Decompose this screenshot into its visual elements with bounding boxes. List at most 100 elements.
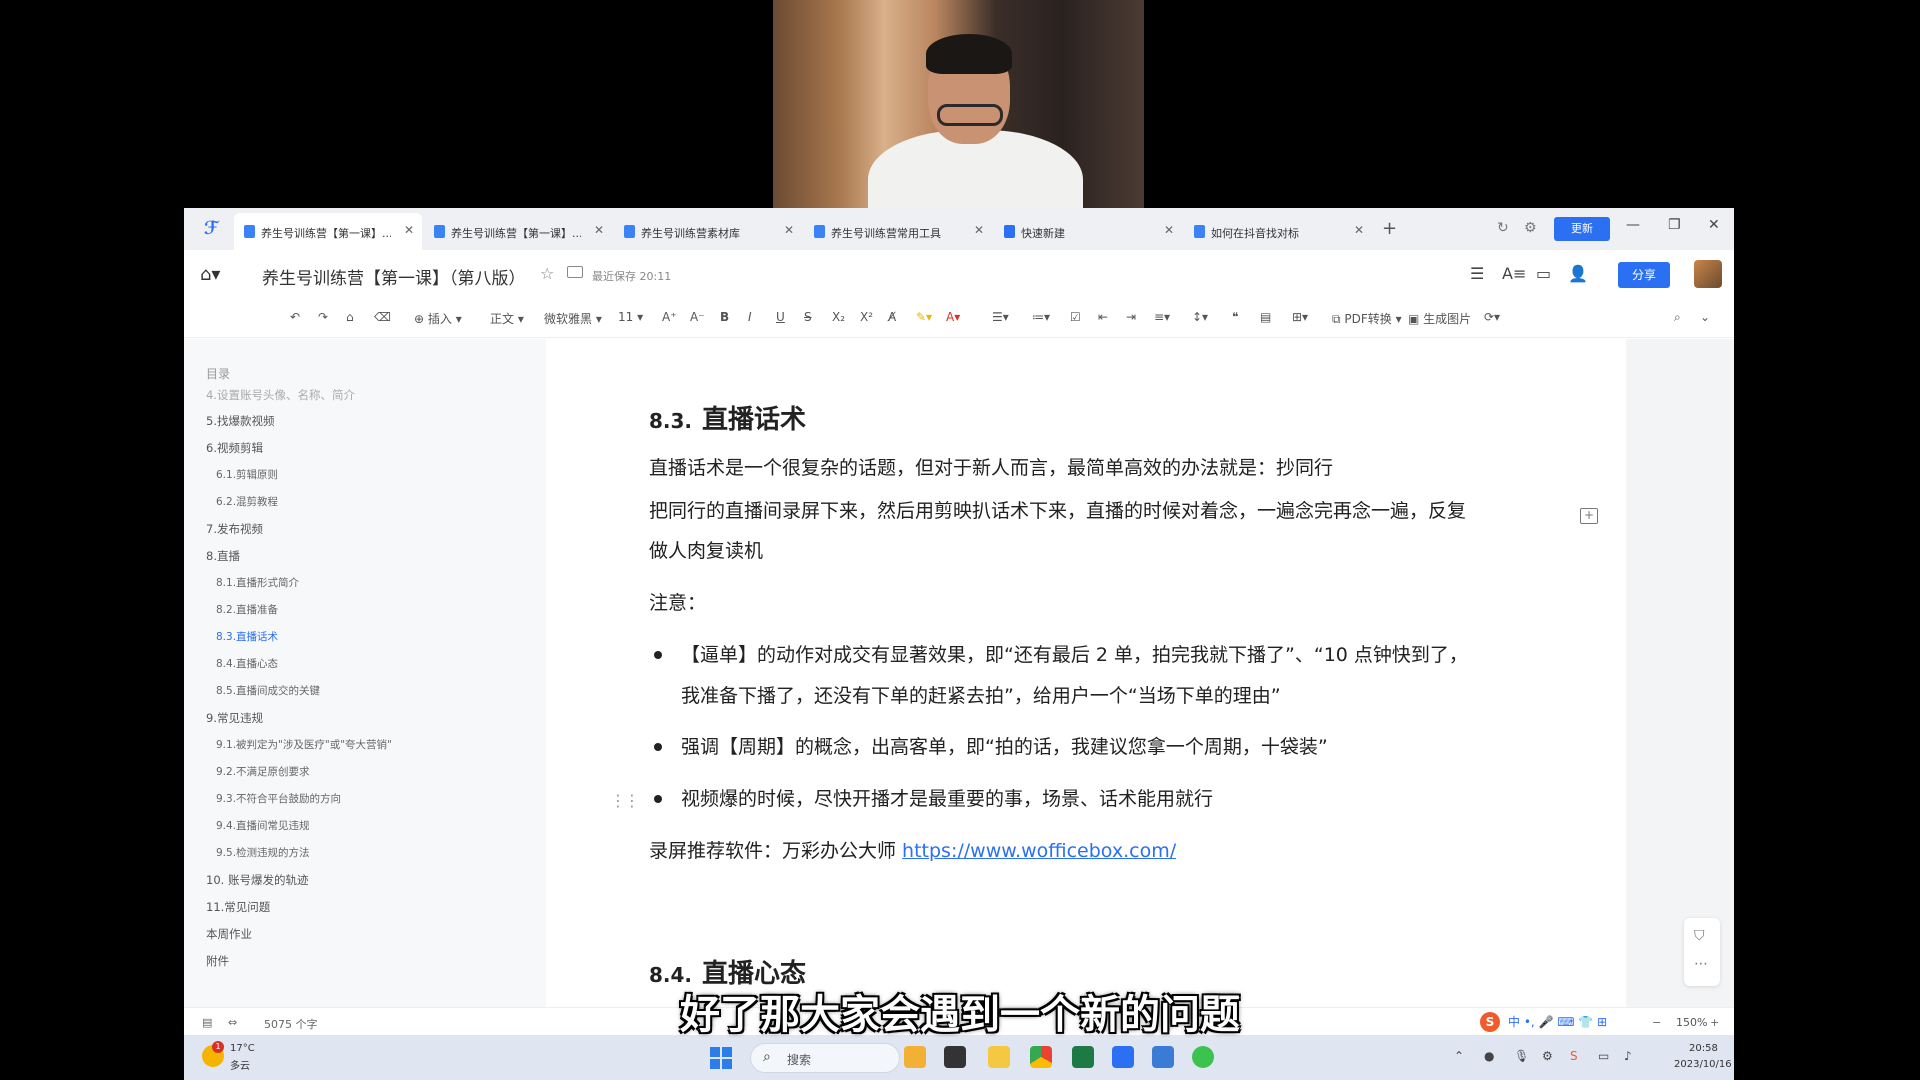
drag-handle-icon[interactable]: ⋮⋮ <box>610 791 640 810</box>
undo-icon[interactable]: ↶ <box>290 310 300 324</box>
tab-quick-new[interactable]: 快速新建 ✕ <box>994 213 1182 250</box>
bullet-item[interactable]: 强调【周期】的概念，出高客单，即“拍的话，我建议您拿一个周期，十袋装” <box>681 732 1328 759</box>
wechat-icon[interactable] <box>1192 1046 1214 1068</box>
document-page[interactable]: 8.3. 直播话术 直播话术是一个很复杂的话题，但对于新人而言，最简单高效的办法就… <box>546 339 1626 1007</box>
toc-item[interactable]: 本周作业 <box>206 926 252 942</box>
close-icon[interactable]: ✕ <box>1354 223 1364 237</box>
app-icon[interactable] <box>1152 1046 1174 1068</box>
sogou-tray-icon[interactable]: S <box>1570 1049 1578 1063</box>
new-tab-icon[interactable]: + <box>1382 218 1397 239</box>
indent-increase-icon[interactable]: ⇥ <box>1126 310 1136 324</box>
upgrade-button[interactable]: 更新 <box>1554 217 1610 241</box>
tab-doc-2[interactable]: 养生号训练营【第一课】... ✕ <box>424 213 612 250</box>
add-comment-icon[interactable]: + <box>1580 508 1598 524</box>
microphone-icon[interactable]: 🎙 <box>1514 1049 1529 1063</box>
toc-item[interactable]: 6.1.剪辑原则 <box>216 467 278 482</box>
feishu-docs-icon[interactable] <box>1112 1046 1134 1068</box>
weather-temperature[interactable]: 17°C <box>230 1043 255 1054</box>
windows-start-icon[interactable] <box>710 1047 732 1069</box>
line-spacing-icon[interactable]: ↕▾ <box>1192 310 1208 324</box>
toc-item[interactable]: 11.常见问题 <box>206 899 270 915</box>
close-icon[interactable]: ✕ <box>404 223 414 237</box>
clock-time[interactable]: 20:58 <box>1689 1043 1718 1054</box>
underline-icon[interactable]: U <box>776 310 785 324</box>
toc-item[interactable]: 8.2.直播准备 <box>216 602 278 617</box>
taskbar-search[interactable]: ⌕ 搜索 <box>750 1043 900 1073</box>
toc-item[interactable]: 9.3.不符合平台鼓励的方向 <box>216 791 341 806</box>
close-icon[interactable]: ✕ <box>784 223 794 237</box>
pdf-convert-button[interactable]: ⧉ PDF转换 ▾ <box>1332 310 1402 327</box>
toc-item[interactable]: 8.1.直播形式简介 <box>216 575 299 590</box>
decrease-font-icon[interactable]: A⁻ <box>690 310 705 324</box>
app-logo-icon[interactable]: ℱ <box>204 219 224 239</box>
star-icon[interactable]: ☆ <box>540 264 554 283</box>
table-icon[interactable]: ⊞▾ <box>1292 310 1308 324</box>
chrome-icon[interactable] <box>1030 1046 1052 1068</box>
excel-icon[interactable] <box>1072 1046 1094 1068</box>
style-select[interactable]: 正文 ▾ <box>490 310 524 327</box>
tray-chevron-icon[interactable]: ⌃ <box>1454 1049 1464 1063</box>
close-icon[interactable]: ✕ <box>974 223 984 237</box>
tab-doc-4[interactable]: 养生号训练营常用工具 ✕ <box>804 213 992 250</box>
tab-doc-6[interactable]: 如何在抖音找对标 ✕ <box>1184 213 1372 250</box>
minimize-icon[interactable]: — <box>1626 217 1640 233</box>
toc-item[interactable]: 6.2.混剪教程 <box>216 494 278 509</box>
toc-item-active[interactable]: 8.3.直播话术 <box>216 629 278 644</box>
collaborator-icon[interactable]: 👤 <box>1568 264 1588 283</box>
weather-description[interactable]: 多云 <box>230 1057 250 1072</box>
toc-item[interactable]: 8.4.直播心态 <box>216 656 278 671</box>
bullet-item-cont[interactable]: 我准备下播了，还没有下单的赶紧去拍”，给用户一个“当场下单的理由” <box>681 681 1281 708</box>
toc-item[interactable]: 10. 账号爆发的轨迹 <box>206 872 308 888</box>
toc-item[interactable]: 8.直播 <box>206 548 240 564</box>
superscript-icon[interactable]: X² <box>860 310 873 324</box>
wofficebox-link[interactable]: https://www.wofficebox.com/ <box>902 840 1176 862</box>
text-format-icon[interactable]: A≡ <box>1502 264 1526 283</box>
insert-button[interactable]: ⊕ 插入 ▾ <box>414 310 462 327</box>
subscript-icon[interactable]: X₂ <box>832 310 845 324</box>
italic-icon[interactable]: I <box>748 310 752 324</box>
toc-item[interactable]: 9.4.直播间常见违规 <box>216 818 310 833</box>
strikethrough-icon[interactable]: S <box>804 310 812 324</box>
close-icon[interactable]: ✕ <box>594 223 604 237</box>
toc-item[interactable]: 8.5.直播间成交的关键 <box>216 683 320 698</box>
note-label[interactable]: 注意： <box>649 588 706 615</box>
bold-icon[interactable]: B <box>720 310 729 324</box>
volume-icon[interactable]: ♪ <box>1624 1049 1632 1063</box>
present-icon[interactable]: ▭ <box>1536 264 1551 283</box>
paragraph[interactable]: 做人肉复读机 <box>649 536 763 563</box>
font-color-icon[interactable]: A▾ <box>946 310 960 324</box>
sync-icon[interactable]: ↻ <box>1497 220 1509 236</box>
restore-icon[interactable]: ❐ <box>1668 217 1681 233</box>
doc-title[interactable]: 养生号训练营【第一课】（第八版） <box>262 264 526 289</box>
toc-item[interactable]: 4.设置账号头像、名称、简介 <box>206 387 355 403</box>
avatar[interactable] <box>1694 260 1722 288</box>
bullet-item[interactable]: 视频爆的时候，尽快开播才是最重要的事，场景、话术能用就行 <box>681 784 1213 811</box>
tab-doc-3[interactable]: 养生号训练营素材库 ✕ <box>614 213 802 250</box>
align-icon[interactable]: ≡▾ <box>1154 310 1170 324</box>
clear-style-icon[interactable]: A̸ <box>888 310 896 324</box>
toc-item[interactable]: 9.1.被判定为"涉及医疗"或"夸大营销" <box>216 737 392 752</box>
close-window-icon[interactable]: ✕ <box>1708 217 1720 233</box>
font-select[interactable]: 微软雅黑 ▾ <box>544 310 602 327</box>
shield-icon[interactable]: ⛉ <box>1694 928 1705 944</box>
clock-date[interactable]: 2023/10/16 <box>1674 1059 1732 1070</box>
redo-icon[interactable]: ↷ <box>318 310 328 324</box>
clear-format-icon[interactable]: ⌫ <box>374 310 391 324</box>
indent-decrease-icon[interactable]: ⇤ <box>1098 310 1108 324</box>
search-icon[interactable]: ⌕ <box>1674 310 1681 325</box>
toc-item[interactable]: 9.2.不满足原创要求 <box>216 764 310 779</box>
generate-image-button[interactable]: ▣ 生成图片 <box>1408 310 1471 327</box>
highlight-icon[interactable]: ✎▾ <box>916 310 932 324</box>
tray-settings-icon[interactable]: ⚙ <box>1542 1049 1553 1063</box>
settings-icon[interactable]: ⚙ <box>1524 220 1537 236</box>
toc-item[interactable]: 9.5.检测违规的方法 <box>216 845 310 860</box>
toc-item[interactable]: 9.常见违规 <box>206 710 263 726</box>
quote-icon[interactable]: ❝ <box>1232 310 1238 324</box>
chevron-down-icon[interactable]: ⌄ <box>1700 310 1710 324</box>
paragraph[interactable]: 把同行的直播间录屏下来，然后用剪映扒话术下来，直播的时候对着念，一遍念完再念一遍… <box>649 496 1466 523</box>
paragraph[interactable]: 直播话术是一个很复杂的话题，但对于新人而言，最简单高效的办法就是：抄同行 <box>649 453 1333 480</box>
document-canvas[interactable]: 8.3. 直播话术 直播话术是一个很复杂的话题，但对于新人而言，最简单高效的办法就… <box>546 339 1734 1007</box>
format-painter-icon[interactable]: ⌂ <box>346 310 354 324</box>
more-icon[interactable]: ⋯ <box>1694 956 1708 972</box>
tray-app-icon[interactable]: ● <box>1484 1049 1494 1063</box>
